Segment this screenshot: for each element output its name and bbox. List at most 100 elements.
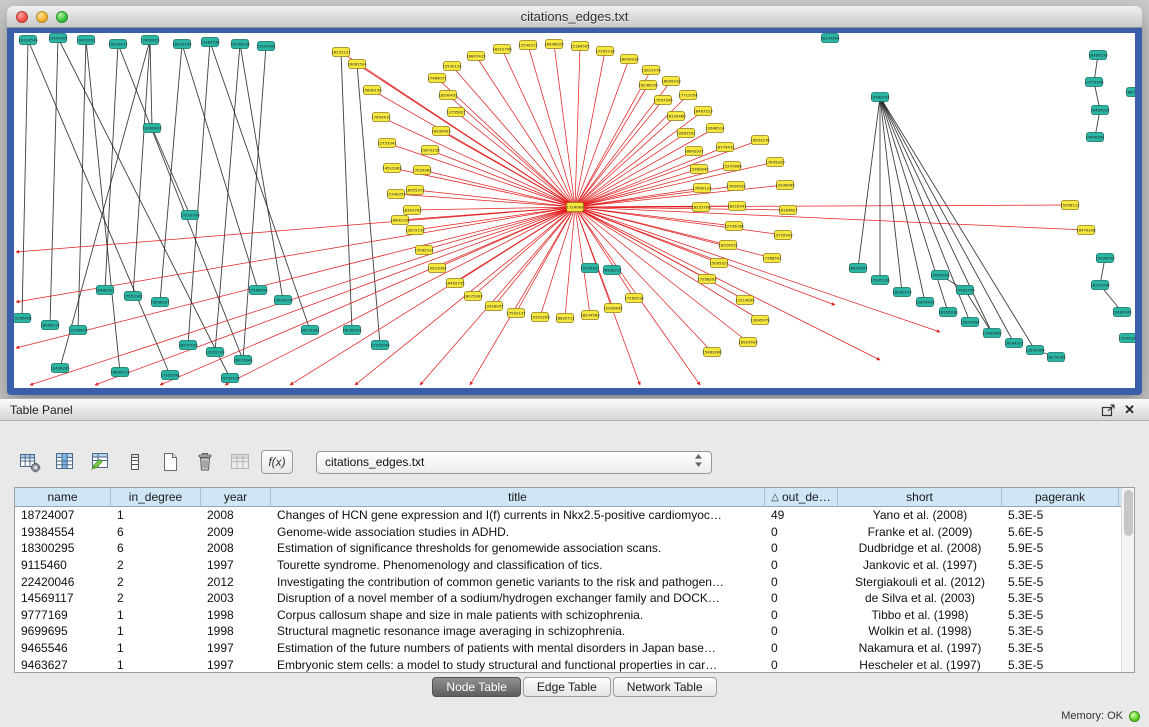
graph-node[interactable]: 16479208	[1076, 226, 1096, 235]
graph-node[interactable]: 17082514	[414, 246, 434, 255]
graph-node[interactable]: 12745038	[724, 222, 744, 231]
table-cell[interactable]: Tourette syndrome. Phenomenology and cla…	[271, 558, 765, 572]
graph-node[interactable]: 16350928	[938, 308, 958, 317]
table-cell[interactable]: 0	[765, 591, 838, 605]
graph-node[interactable]: 15095327	[709, 259, 729, 268]
table-cell[interactable]: 18300295	[15, 541, 111, 555]
table-cell[interactable]: 0	[765, 658, 838, 672]
table-cell[interactable]: 2	[111, 575, 201, 589]
graph-node[interactable]: 15702418	[220, 374, 240, 383]
table-cell[interactable]: Changes of HCN gene expression and I(f) …	[271, 508, 765, 522]
graph-node[interactable]: 15247806	[722, 162, 742, 171]
graph-node[interactable]: 12740615	[68, 326, 88, 335]
graph-node[interactable]: 15638207	[150, 298, 170, 307]
table-cell[interactable]: Estimation of the future numbers of pati…	[271, 641, 765, 655]
graph-node[interactable]: 12540317	[518, 41, 538, 50]
table-cell[interactable]: 9115460	[15, 558, 111, 572]
graph-node[interactable]: 16480327	[95, 286, 115, 295]
graph-node[interactable]: 18094327	[1004, 339, 1024, 348]
graph-node[interactable]: 17263518	[624, 294, 644, 303]
graph-node[interactable]: 16055372	[405, 186, 425, 195]
graph-node[interactable]: 16072849	[233, 356, 253, 365]
graph-node[interactable]: 16903417	[108, 40, 128, 49]
graph-node[interactable]: 16503278	[750, 136, 770, 145]
graph-node[interactable]: 18306159	[1088, 51, 1108, 60]
table-cell[interactable]: Genome-wide association studies in ADHD.	[271, 525, 765, 539]
graph-node[interactable]: 17586920	[248, 286, 268, 295]
table-cell[interactable]: 1998	[201, 624, 271, 638]
graph-node[interactable]: 15260458	[14, 314, 32, 323]
edit-table-icon[interactable]	[86, 448, 114, 476]
graph-node[interactable]: 15873064	[960, 318, 980, 327]
table-cell[interactable]: 18724007	[15, 508, 111, 522]
tab-edge-table[interactable]: Edge Table	[523, 677, 611, 697]
table-cell[interactable]: 1998	[201, 608, 271, 622]
network-canvas[interactable]: 1812454915905405126106511690341717450823…	[14, 33, 1135, 388]
graph-node[interactable]: 16807415	[466, 52, 486, 61]
table-row[interactable]: 1872400712008Changes of HCN gene express…	[15, 507, 1134, 524]
graph-node[interactable]: 20360693	[142, 124, 162, 133]
graph-node[interactable]: 12610651	[76, 36, 96, 45]
graph-node[interactable]: 12490285	[50, 364, 70, 373]
table-row[interactable]: 969969511998Structural magnetic resonanc…	[15, 623, 1134, 640]
table-scrollbar-thumb[interactable]	[1124, 490, 1133, 536]
graph-node[interactable]: 15483260	[702, 348, 722, 357]
table-row[interactable]: 946554611997Estimation of the future num…	[15, 640, 1134, 657]
graph-node[interactable]: 17712054	[678, 91, 698, 100]
graph-node[interactable]: 15720943	[773, 231, 793, 240]
table-cell[interactable]: 5.3E-5	[1002, 508, 1119, 522]
float-panel-icon[interactable]	[1097, 403, 1120, 417]
graph-node[interactable]: 15340357	[386, 190, 406, 199]
table-cell[interactable]: 2008	[201, 541, 271, 555]
table-cell[interactable]: 5.3E-5	[1002, 591, 1119, 605]
graph-node[interactable]: 12990842	[603, 304, 623, 313]
column-settings-icon[interactable]	[16, 448, 44, 476]
graph-node[interactable]: 15912004	[427, 264, 447, 273]
graph-node[interactable]: 18124549	[18, 36, 38, 45]
function-builder-button[interactable]: f(x)	[261, 450, 293, 474]
graph-node[interactable]: 18216341	[727, 202, 747, 211]
graph-node[interactable]: 12755821	[446, 108, 466, 117]
table-cell[interactable]: Structural magnetic resonance image aver…	[271, 624, 765, 638]
table-row[interactable]: 1456911722003Disruption of a novel membe…	[15, 590, 1134, 607]
table-cell[interactable]: 2003	[201, 591, 271, 605]
table-cell[interactable]: 5.3E-5	[1002, 658, 1119, 672]
graph-node[interactable]: 17462850	[982, 329, 1002, 338]
zoom-button[interactable]	[56, 11, 68, 23]
table-cell[interactable]: 1997	[201, 658, 271, 672]
table-cell[interactable]: 2009	[201, 525, 271, 539]
close-panel-icon[interactable]: ✕	[1120, 403, 1139, 416]
table-cell[interactable]: 1	[111, 658, 201, 672]
new-file-icon[interactable]	[156, 448, 184, 476]
column-header-pagerank[interactable]: pagerank	[1002, 488, 1119, 507]
graph-node[interactable]: 17958203	[697, 275, 717, 284]
graph-node[interactable]: 18252227	[331, 48, 351, 57]
graph-node[interactable]: 16842057	[848, 264, 868, 273]
graph-node[interactable]: 16750218	[230, 40, 250, 49]
table-cell[interactable]: Hescheler et al. (1997)	[838, 658, 1002, 672]
graph-node[interactable]: 17502137	[506, 309, 526, 318]
table-cell[interactable]: 5.3E-5	[1002, 641, 1119, 655]
graph-node[interactable]: 18312706	[492, 45, 512, 54]
graph-node[interactable]: 15327604	[256, 42, 276, 51]
graph-node[interactable]: 18210358	[1090, 281, 1110, 290]
table-cell[interactable]: 1997	[201, 641, 271, 655]
graph-node[interactable]: 13021476	[641, 66, 661, 75]
network-graph[interactable]: 1812454915905405126106511690341717450823…	[14, 33, 1135, 388]
graph-node[interactable]: 15905405	[48, 34, 68, 43]
table-cell[interactable]: 22420046	[15, 575, 111, 589]
graph-node[interactable]: 16061524	[347, 60, 367, 69]
graph-node[interactable]: 12681502	[676, 129, 696, 138]
graph-node[interactable]: 14512963	[382, 164, 402, 173]
table-cell[interactable]: 2	[111, 591, 201, 605]
graph-node[interactable]: 16930453	[431, 127, 451, 136]
graph-node[interactable]: 18253706	[691, 203, 711, 212]
graph-node[interactable]: 17214835	[735, 296, 755, 305]
table-cell[interactable]: 9699695	[15, 624, 111, 638]
graph-node[interactable]: 18160354	[342, 326, 362, 335]
table-cell[interactable]: Wolkin et al. (1998)	[838, 624, 1002, 638]
table-row[interactable]: 1938455462009Genome-wide association stu…	[15, 524, 1134, 541]
graph-node[interactable]: 17395318	[595, 47, 615, 56]
graph-node[interactable]: 17209356	[180, 211, 200, 220]
column-header-title[interactable]: title	[271, 488, 765, 507]
